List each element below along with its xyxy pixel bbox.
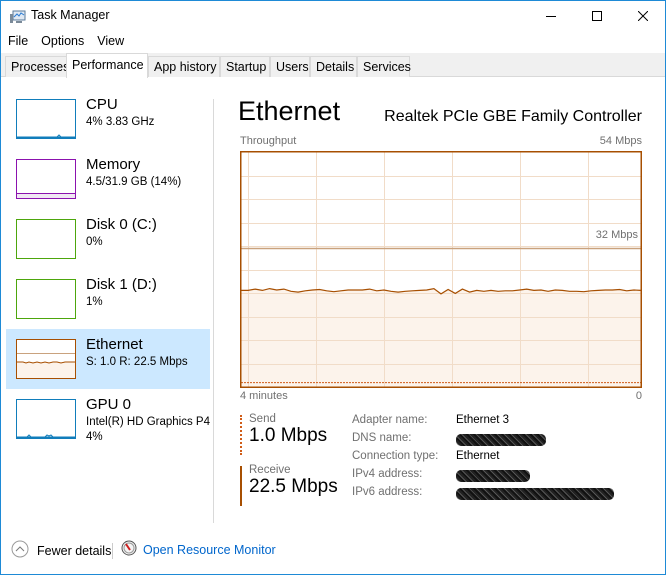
receive-stat: Receive 22.5 Mbps xyxy=(240,464,338,510)
disk-0-thumbnail-graph xyxy=(16,219,76,259)
resource-monitor-label: Open Resource Monitor xyxy=(143,542,276,557)
maximize-icon xyxy=(592,8,602,26)
redacted-value xyxy=(456,434,546,446)
performance-sidebar: CPU 4% 3.83 GHz Memory 4.5/31.9 GB (14%)… xyxy=(1,77,213,522)
tab-startup[interactable]: Startup xyxy=(220,56,270,77)
chevron-up-icon xyxy=(11,540,29,561)
close-icon xyxy=(637,8,649,26)
detail-key: IPv4 address: xyxy=(352,468,423,480)
sidebar-item-label: Disk 1 (D:) xyxy=(86,276,157,293)
detail-value: Ethernet xyxy=(456,450,500,462)
send-value: 1.0 Mbps xyxy=(249,425,328,446)
tab-users[interactable]: Users xyxy=(270,56,310,77)
send-label: Send xyxy=(249,413,276,425)
minimize-icon xyxy=(546,8,556,26)
tab-performance[interactable]: Performance xyxy=(66,53,148,78)
sidebar-item-label: Ethernet xyxy=(86,336,143,353)
adapter-details: Adapter name: Ethernet 3 DNS name: Conne… xyxy=(352,414,614,504)
chart-time-start: 4 minutes xyxy=(240,390,288,402)
menu-bar: File Options View xyxy=(1,32,665,52)
detail-row-ipv4: IPv4 address: xyxy=(352,468,614,486)
receive-area xyxy=(241,288,641,387)
menu-view[interactable]: View xyxy=(90,32,130,52)
title-bar[interactable]: Task Manager xyxy=(1,1,665,32)
receive-label: Receive xyxy=(249,464,291,476)
sidebar-item-cpu[interactable]: CPU 4% 3.83 GHz xyxy=(6,89,210,149)
sidebar-item-utilization: 4% xyxy=(86,431,103,443)
page-title: Ethernet xyxy=(238,96,341,126)
tab-app-history[interactable]: App history xyxy=(148,56,220,77)
maximize-button[interactable] xyxy=(574,1,620,32)
task-manager-icon xyxy=(10,10,26,24)
send-legend-marker xyxy=(240,415,242,455)
send-stat: Send 1.0 Mbps xyxy=(240,413,338,459)
close-button[interactable] xyxy=(620,1,666,32)
tab-strip: Processes Performance App history Startu… xyxy=(1,53,665,78)
window-title: Task Manager xyxy=(31,8,110,22)
minimize-button[interactable] xyxy=(528,1,574,32)
open-resource-monitor-link[interactable]: Open Resource Monitor xyxy=(121,540,276,559)
sidebar-item-value: 4% 3.83 GHz xyxy=(86,116,155,128)
detail-key: DNS name: xyxy=(352,432,412,444)
ethernet-detail-pane: Ethernet Realtek PCIe GBE Family Control… xyxy=(214,77,665,522)
fewer-details-button[interactable]: Fewer details xyxy=(11,540,111,561)
sidebar-item-value: Intel(R) HD Graphics P4600/P4700 xyxy=(86,416,210,428)
sidebar-item-value: 0% xyxy=(86,236,103,248)
disk-1-thumbnail-graph xyxy=(16,279,76,319)
detail-key: Adapter name: xyxy=(352,414,428,426)
detail-row-adapter-name: Adapter name: Ethernet 3 xyxy=(352,414,614,432)
gpu-thumbnail-graph xyxy=(16,399,76,439)
redacted-value xyxy=(456,488,614,500)
chart-time-end: 0 xyxy=(635,390,642,402)
menu-file[interactable]: File xyxy=(1,32,34,52)
sidebar-item-label: GPU 0 xyxy=(86,396,132,413)
resource-monitor-icon xyxy=(121,540,137,559)
cpu-thumbnail-graph xyxy=(16,99,76,139)
receive-legend-marker xyxy=(240,466,242,506)
sidebar-item-disk-1[interactable]: Disk 1 (D:) 1% xyxy=(6,269,210,329)
sidebar-item-memory[interactable]: Memory 4.5/31.9 GB (14%) xyxy=(6,149,210,209)
sidebar-item-value: S: 1.0 R: 22.5 Mbps xyxy=(86,356,188,368)
fewer-details-label: Fewer details xyxy=(37,543,112,558)
adapter-model: Realtek PCIe GBE Family Controller xyxy=(384,108,642,125)
receive-value: 22.5 Mbps xyxy=(249,476,338,497)
ethernet-thumbnail-graph xyxy=(16,339,76,379)
sidebar-item-label: Memory xyxy=(86,156,141,173)
detail-row-ipv6: IPv6 address: xyxy=(352,486,614,504)
footer: Fewer details Open Resource Monitor xyxy=(1,536,665,566)
throughput-stats: Send 1.0 Mbps Receive 22.5 Mbps xyxy=(240,413,338,510)
tab-details[interactable]: Details xyxy=(310,56,357,77)
detail-key: IPv6 address: xyxy=(352,486,423,498)
tab-processes[interactable]: Processes xyxy=(5,56,69,77)
tab-services[interactable]: Services xyxy=(357,56,411,77)
detail-row-dns-name: DNS name: xyxy=(352,432,614,450)
sidebar-item-value: 4.5/31.9 GB (14%) xyxy=(86,176,182,188)
menu-options[interactable]: Options xyxy=(34,32,90,52)
sidebar-item-label: CPU xyxy=(86,96,118,113)
footer-separator xyxy=(112,543,113,559)
detail-value: Ethernet 3 xyxy=(456,414,510,426)
sidebar-item-gpu-0[interactable]: GPU 0 Intel(R) HD Graphics P4600/P4700 4… xyxy=(6,389,210,449)
chart-reference-label: 32 Mbps xyxy=(595,229,638,241)
throughput-chart-svg xyxy=(240,151,642,388)
sidebar-item-value: 1% xyxy=(86,296,103,308)
detail-row-connection-type: Connection type: Ethernet xyxy=(352,450,614,468)
chart-max-label: 54 Mbps xyxy=(599,135,642,147)
sidebar-item-label: Disk 0 (C:) xyxy=(86,216,157,233)
sidebar-item-ethernet[interactable]: Ethernet S: 1.0 R: 22.5 Mbps xyxy=(6,329,210,389)
redacted-value xyxy=(456,470,530,482)
sidebar-item-disk-0[interactable]: Disk 0 (C:) 0% xyxy=(6,209,210,269)
task-manager-window: Task Manager File Options View Processes… xyxy=(0,0,666,575)
detail-key: Connection type: xyxy=(352,450,439,462)
chart-title: Throughput xyxy=(240,135,297,147)
memory-thumbnail-graph xyxy=(16,159,76,199)
throughput-chart: 32 Mbps xyxy=(240,151,642,388)
